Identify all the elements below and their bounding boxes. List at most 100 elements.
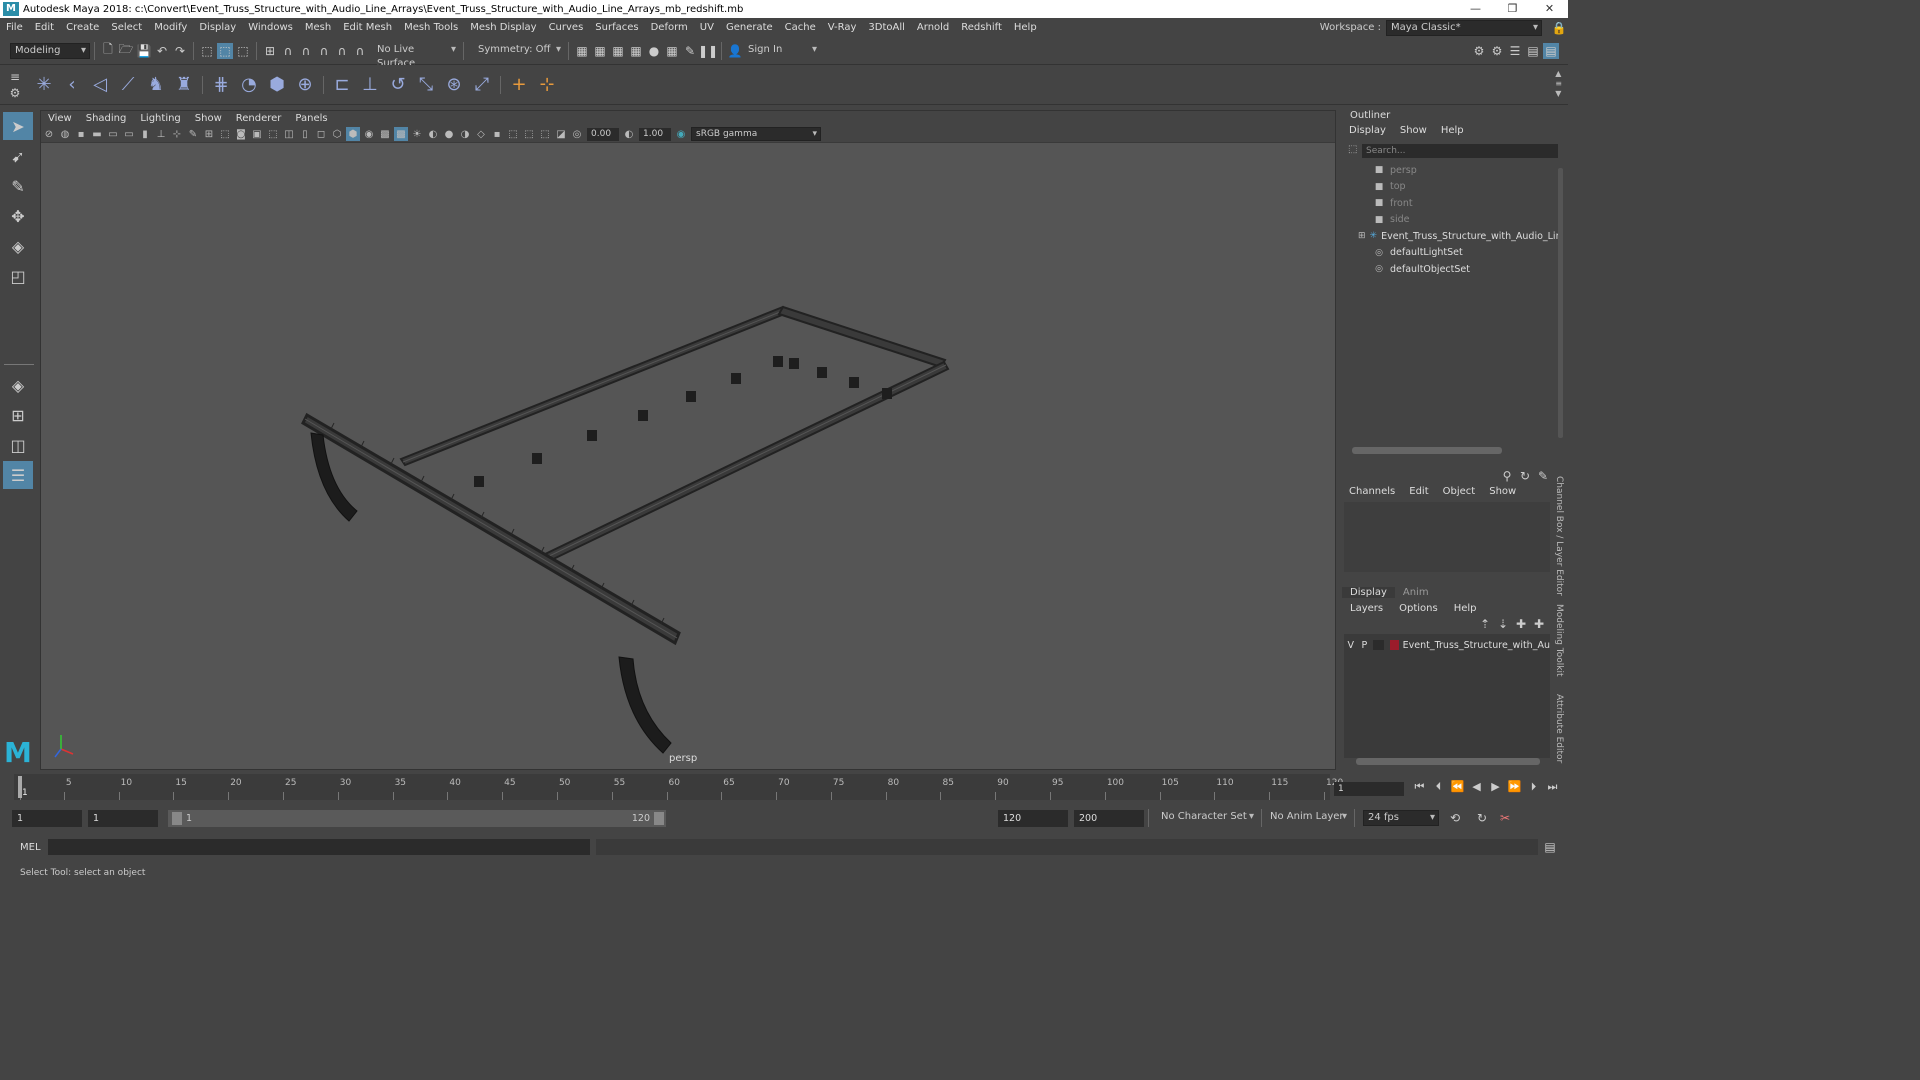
outliner-item[interactable]: ◎ defaultLightSet [1346, 245, 1558, 262]
layer-editor-icon[interactable]: ▤ [1543, 43, 1559, 59]
camera-attributes-icon[interactable]: ◍ [58, 127, 72, 141]
playback-start-field[interactable]: 1 [88, 809, 158, 827]
channel-box-toggle-icon[interactable]: ▤ [1525, 43, 1541, 59]
menu-surfaces[interactable]: Surfaces [589, 22, 644, 33]
symmetry-dropdown[interactable]: Symmetry: Off [474, 42, 564, 59]
animation-prefs-icon[interactable]: ✂ [1497, 810, 1513, 826]
layer-display-type[interactable] [1373, 640, 1384, 650]
modeling-toolkit-side-tab[interactable]: Modeling Toolkit [1554, 604, 1564, 677]
go-to-start-icon[interactable]: ⏮ [1410, 780, 1429, 794]
new-layer-selected-icon[interactable]: ✚ [1531, 616, 1547, 632]
render-frame-icon[interactable]: ▦ [592, 43, 608, 59]
layers-menu[interactable]: Layers [1342, 603, 1391, 614]
step-back-icon[interactable]: ⏴ [1429, 780, 1448, 794]
render-history-icon[interactable]: ▦ [574, 43, 590, 59]
grid-toggle-icon[interactable]: ⊞ [202, 127, 216, 141]
viewport-panel[interactable]: View Shading Lighting Show Renderer Pane… [40, 110, 1336, 770]
bookmark-icon[interactable]: ▪ [74, 127, 88, 141]
isolate-icon[interactable]: ▩ [394, 127, 408, 141]
command-input[interactable] [48, 839, 590, 855]
snap-view-icon[interactable]: ∩ [316, 43, 332, 59]
layer-color-swatch[interactable] [1389, 640, 1399, 650]
ik-handle-icon[interactable]: ‹ [59, 72, 85, 98]
two-view-layout-icon[interactable]: ◫ [3, 431, 33, 459]
outliner-menu-show[interactable]: Show [1393, 125, 1434, 136]
layers-help-menu[interactable]: Help [1446, 603, 1485, 614]
channel-key-icon[interactable]: ⚲ [1499, 468, 1515, 484]
outliner-search-input[interactable]: Search... [1362, 144, 1558, 158]
constraint-point-icon[interactable]: ⊥ [357, 72, 383, 98]
loop-icon[interactable]: ⟲ [1447, 810, 1463, 826]
xray-joints-icon[interactable]: ⬚ [522, 127, 536, 141]
tool-settings-icon[interactable]: ☰ [1507, 43, 1523, 59]
safe-title-icon[interactable]: ⊹ [170, 127, 184, 141]
xray-icon[interactable]: ◻ [314, 127, 328, 141]
lasso-tool-icon[interactable]: ➹ [3, 142, 33, 170]
menu-uv[interactable]: UV [694, 22, 720, 33]
step-forward-key-icon[interactable]: ⏩ [1505, 780, 1524, 794]
menu-curves[interactable]: Curves [543, 22, 590, 33]
outliner-h-scrollbar[interactable] [1352, 447, 1502, 454]
constraint-aim-icon[interactable]: ⊛ [441, 72, 467, 98]
constraint-scale-icon[interactable]: ⤡ [413, 72, 439, 98]
lights-icon[interactable]: ⬚ [266, 127, 280, 141]
menu-display[interactable]: Display [193, 22, 242, 33]
joint-tool-icon[interactable]: ✳ [31, 72, 57, 98]
layer-h-scrollbar[interactable] [1356, 758, 1540, 765]
tab-anim[interactable]: Anim [1395, 587, 1437, 598]
menu-edit-mesh[interactable]: Edit Mesh [337, 22, 398, 33]
play-backward-icon[interactable]: ◀ [1467, 780, 1486, 794]
outliner-item[interactable]: ■ front [1346, 195, 1558, 212]
menu-vray[interactable]: V-Ray [822, 22, 863, 33]
select-camera-icon[interactable]: ⊘ [42, 127, 56, 141]
four-view-layout-icon[interactable]: ⊞ [3, 401, 33, 429]
film-gate-icon[interactable]: ▭ [106, 127, 120, 141]
snap-grid-icon[interactable]: ⊞ [262, 43, 278, 59]
truss-scene[interactable] [41, 143, 1335, 769]
snap-curve-icon[interactable]: ∩ [280, 43, 296, 59]
color-space-dropdown[interactable]: sRGB gamma [691, 127, 821, 141]
field-chart-icon[interactable]: ▮ [138, 127, 152, 141]
new-layer-icon[interactable]: ✚ [1513, 616, 1529, 632]
menu-redshift[interactable]: Redshift [955, 22, 1008, 33]
menu-3dtoall[interactable]: 3DtoAll [862, 22, 911, 33]
viewport-menu-show[interactable]: Show [188, 113, 229, 124]
menu-arnold[interactable]: Arnold [911, 22, 955, 33]
color-management-icon[interactable]: ◉ [674, 127, 688, 141]
menu-mesh-tools[interactable]: Mesh Tools [398, 22, 464, 33]
play-forward-icon[interactable]: ▶ [1486, 780, 1505, 794]
menu-help[interactable]: Help [1008, 22, 1043, 33]
move-tool-icon[interactable]: ✥ [3, 202, 33, 230]
menu-deform[interactable]: Deform [645, 22, 694, 33]
range-end-handle[interactable] [654, 811, 664, 825]
use-all-lights-icon[interactable]: ◉ [362, 127, 376, 141]
cluster-icon[interactable]: ⊕ [292, 72, 318, 98]
isolate-select-icon[interactable]: ⬚ [506, 127, 520, 141]
menu-mesh[interactable]: Mesh [299, 22, 337, 33]
menu-set-dropdown[interactable]: Modeling [10, 42, 90, 59]
menu-mesh-display[interactable]: Mesh Display [464, 22, 542, 33]
time-slider-track[interactable]: 1 5 10 15 20 25 30 35 40 45 50 55 60 65 70 75 80 85 90 95 10… [14, 774, 1343, 800]
pause-icon[interactable]: ❚❚ [698, 43, 718, 59]
bind-skin-icon[interactable]: ⋕ [208, 72, 234, 98]
exposure-icon[interactable]: ◎ [570, 127, 584, 141]
snap-surface-icon[interactable]: ∩ [334, 43, 350, 59]
wireframe-on-shaded-icon[interactable]: ⬡ [330, 127, 344, 141]
select-tool-icon[interactable]: ➤ [3, 112, 33, 140]
safe-action-icon[interactable]: ⊥ [154, 127, 168, 141]
menu-select[interactable]: Select [105, 22, 148, 33]
viewport-menu-lighting[interactable]: Lighting [133, 113, 187, 124]
menu-edit[interactable]: Edit [29, 22, 60, 33]
lattice-icon[interactable]: ⬢ [264, 72, 290, 98]
current-time-indicator[interactable] [18, 776, 22, 798]
menu-modify[interactable]: Modify [148, 22, 193, 33]
render-setup-icon[interactable]: ✎ [682, 43, 698, 59]
move-layer-up-icon[interactable]: ⇡ [1477, 616, 1493, 632]
range-slider[interactable]: 1 120 [168, 809, 666, 827]
minimize-icon[interactable]: — [1457, 0, 1494, 18]
textured-icon[interactable]: ▣ [250, 127, 264, 141]
sign-in-button[interactable]: Sign In [744, 42, 820, 59]
live-surface-field[interactable]: No Live Surface [373, 42, 459, 69]
constraint-pole-icon[interactable]: ⤢ [469, 72, 495, 98]
shelf-menu-toggle-icon[interactable]: ≡ [1555, 79, 1562, 89]
